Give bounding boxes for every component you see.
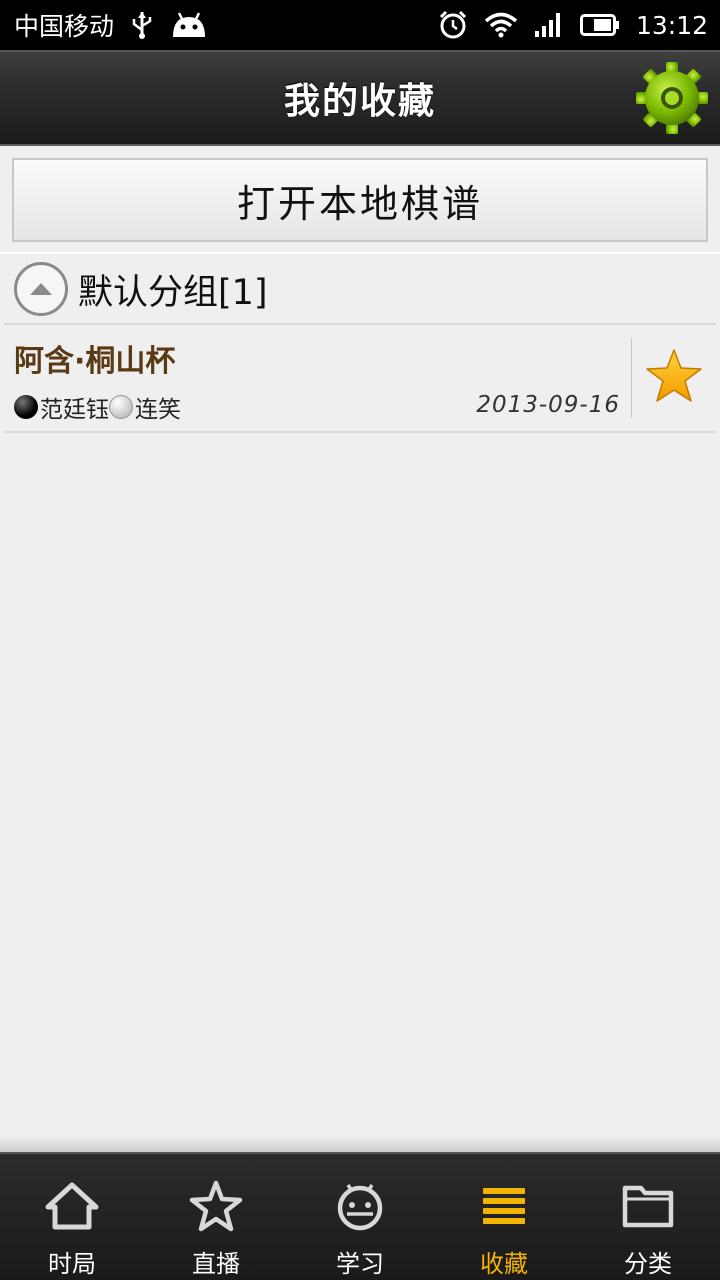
nav-item-home[interactable]: 时局 <box>0 1154 144 1280</box>
nav-item-live[interactable]: 直播 <box>144 1154 288 1280</box>
carrier-name: 中国移动 <box>14 12 115 41</box>
star-icon <box>645 348 703 408</box>
nav-label: 学习 <box>336 1250 384 1278</box>
clock: 13:12 <box>635 10 708 40</box>
players: 范廷钰 连笑 <box>14 390 181 424</box>
nav-shadow <box>0 1136 720 1152</box>
nav-item-study[interactable]: 学习 <box>288 1154 432 1280</box>
open-local-record-button[interactable]: 打开本地棋谱 <box>12 158 708 242</box>
status-bar: 中国移动 13:12 <box>0 0 720 50</box>
collapse-up-icon <box>14 262 68 316</box>
group-header[interactable]: 默认分组[1] <box>0 254 720 324</box>
bottom-nav: 时局 直播 学习 收藏 分类 <box>0 1152 720 1280</box>
alarm-icon <box>438 10 468 40</box>
app-header: 我的收藏 <box>0 50 720 146</box>
settings-button[interactable] <box>632 60 712 140</box>
game-title: 阿含·桐山杯 <box>14 344 176 379</box>
game-date: 2013-09-16 <box>476 392 620 418</box>
gear-icon <box>634 60 710 140</box>
black-player: 范廷钰 <box>40 397 109 423</box>
android-icon <box>170 11 208 39</box>
battery-icon <box>579 13 620 37</box>
page-title: 我的收藏 <box>283 81 436 122</box>
nav-item-category[interactable]: 分类 <box>576 1154 720 1280</box>
list-icon <box>482 1178 526 1234</box>
black-stone-icon <box>14 395 38 419</box>
nav-label: 收藏 <box>480 1250 528 1278</box>
divider <box>4 323 716 325</box>
usb-icon <box>130 10 154 40</box>
list-item[interactable]: 阿含·桐山杯 范廷钰 连笑 2013-09-16 <box>0 326 720 430</box>
wifi-icon <box>484 12 518 38</box>
android-face-icon <box>335 1178 385 1234</box>
star-outline-icon <box>189 1178 243 1234</box>
divider <box>631 338 632 418</box>
nav-label: 时局 <box>48 1250 96 1278</box>
nav-label: 直播 <box>192 1250 240 1278</box>
nav-item-favorites[interactable]: 收藏 <box>432 1154 576 1280</box>
folder-icon <box>622 1178 674 1234</box>
white-stone-icon <box>109 395 133 419</box>
nav-label: 分类 <box>624 1250 672 1278</box>
group-title: 默认分组[1] <box>78 272 268 313</box>
white-player: 连笑 <box>135 397 181 423</box>
signal-icon <box>534 12 564 38</box>
favorite-button[interactable] <box>636 340 712 416</box>
divider <box>4 431 716 433</box>
home-icon <box>44 1178 100 1234</box>
